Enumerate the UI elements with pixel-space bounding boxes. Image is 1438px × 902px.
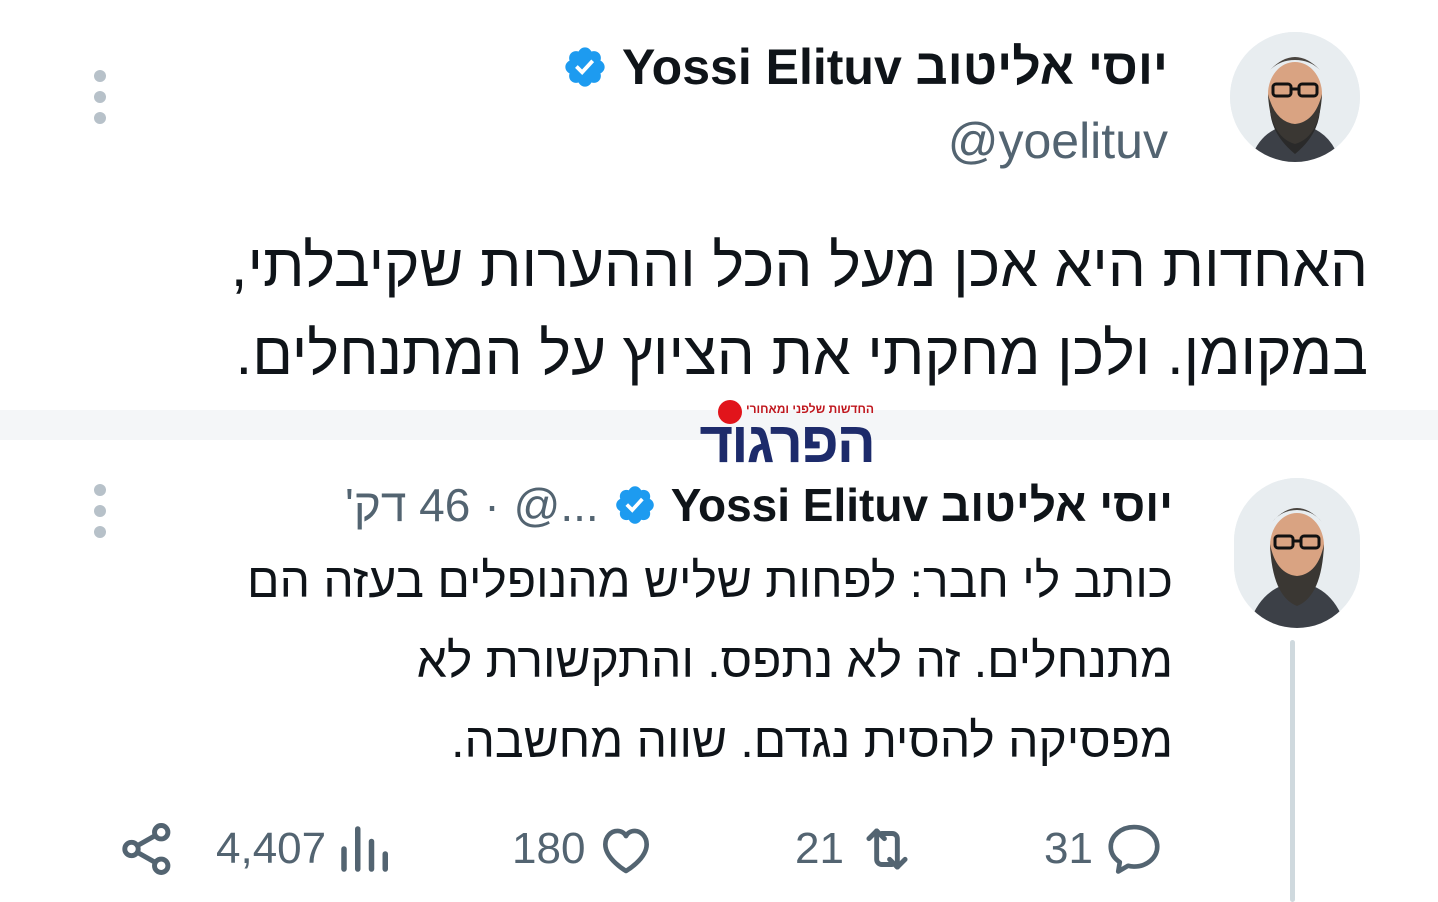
views-icon bbox=[334, 818, 394, 880]
top-display-name[interactable]: Yossi Elituv יוסי אליטוב bbox=[622, 38, 1168, 96]
quoted-display-name[interactable]: Yossi Elituv יוסי אליטוב bbox=[671, 478, 1173, 532]
top-tweet: Yossi Elituv יוסי אליטוב @yoelituv האחדו… bbox=[0, 0, 1438, 410]
retweet-icon bbox=[852, 818, 922, 880]
views-button[interactable]: 4,407 bbox=[216, 818, 394, 880]
quoted-handle[interactable]: @... bbox=[514, 478, 599, 532]
quoted-time[interactable]: 46 דק' bbox=[345, 478, 470, 532]
verified-badge-icon bbox=[562, 44, 608, 90]
more-vertical-icon[interactable] bbox=[94, 484, 106, 538]
quoted-tweet-text: כותב לי חבר: לפחות שליש מהנופלים בעזה הם… bbox=[53, 542, 1173, 782]
quoted-tweet-line: מפסיקה להסית נגדם. שווה מחשבה. bbox=[451, 715, 1173, 768]
top-tweet-text: האחדות היא אכן מעל הכל וההערות שקיבלתי, … bbox=[48, 222, 1368, 398]
reply-button[interactable]: 31 bbox=[1044, 818, 1167, 880]
more-vertical-icon[interactable] bbox=[94, 70, 106, 124]
quoted-tweet-line: מתנחלים. זה לא נתפס. והתקשורת לא bbox=[416, 635, 1173, 688]
share-button[interactable] bbox=[116, 818, 178, 880]
views-count: 4,407 bbox=[216, 824, 327, 873]
thread-line bbox=[1290, 640, 1295, 902]
reply-count: 31 bbox=[1044, 824, 1093, 873]
share-icon bbox=[116, 818, 178, 880]
verified-badge-icon bbox=[613, 483, 657, 527]
quoted-tweet[interactable]: 46 דק' · @... Yossi Elituv יוסי אליטוב כ… bbox=[0, 440, 1438, 902]
meta-separator: · bbox=[484, 479, 500, 531]
top-handle[interactable]: @yoelituv bbox=[948, 112, 1168, 170]
reply-icon bbox=[1101, 818, 1167, 880]
quoted-avatar[interactable] bbox=[1234, 478, 1360, 628]
retweet-count: 21 bbox=[795, 824, 844, 873]
like-button[interactable]: 180 bbox=[512, 818, 659, 880]
like-icon bbox=[593, 818, 659, 880]
top-avatar[interactable] bbox=[1230, 32, 1360, 162]
like-count: 180 bbox=[512, 824, 586, 873]
top-tweet-line: במקומן. ולכן מחקתי את הציוץ על המתנחלים. bbox=[235, 320, 1368, 387]
quoted-tweet-line: כותב לי חבר: לפחות שליש מהנופלים בעזה הם bbox=[247, 555, 1173, 608]
retweet-button[interactable]: 21 bbox=[795, 818, 922, 880]
top-tweet-line: האחדות היא אכן מעל הכל וההערות שקיבלתי, bbox=[230, 232, 1368, 299]
